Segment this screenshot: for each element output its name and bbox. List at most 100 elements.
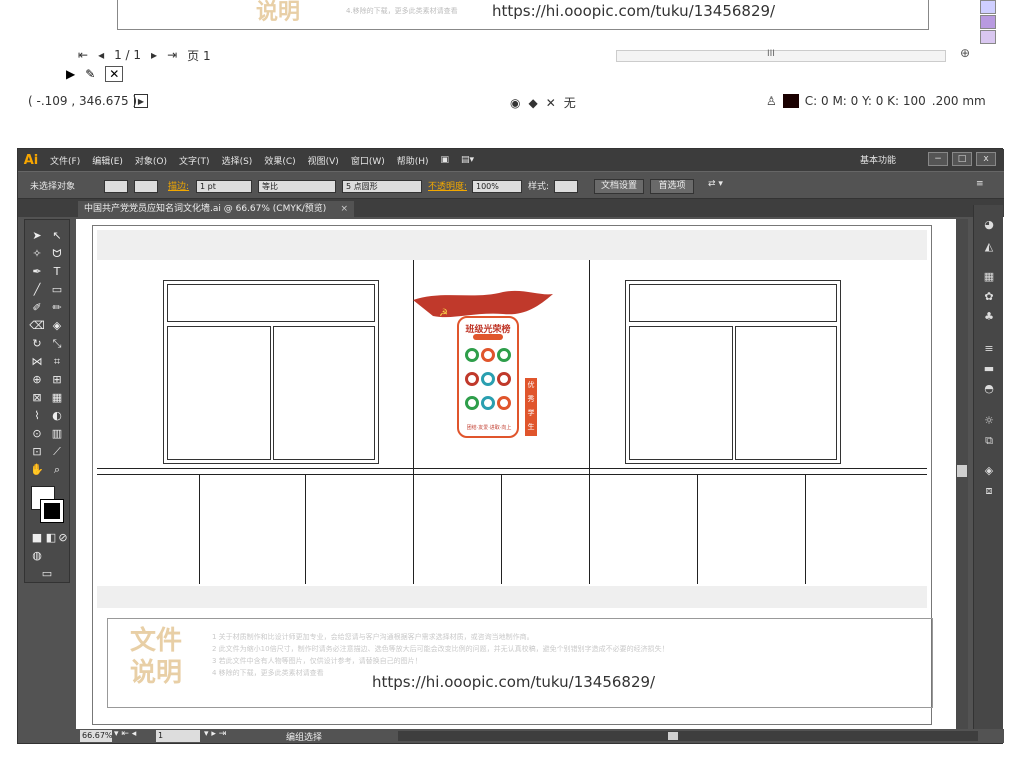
color-panel-icon[interactable]: ◕: [980, 217, 998, 233]
swatch-3[interactable]: [980, 30, 996, 44]
perspective-grid-icon[interactable]: ⊞: [49, 372, 65, 388]
workspace-switcher[interactable]: 基本功能: [860, 153, 896, 166]
stroke-panel-icon[interactable]: ≡: [980, 341, 998, 357]
menu-select[interactable]: 选择(S): [216, 154, 259, 167]
photo-frame-4: [465, 372, 479, 386]
document-setup-button[interactable]: 文档设置: [594, 179, 644, 194]
stroke-weight-field[interactable]: 1 pt: [196, 180, 252, 193]
swatch-1[interactable]: [980, 0, 996, 14]
vertical-scrollbar[interactable]: [956, 219, 968, 729]
fill-color-picker[interactable]: [104, 180, 128, 193]
menu-type[interactable]: 文字(T): [173, 154, 216, 167]
menu-view[interactable]: 视图(V): [302, 154, 345, 167]
top-horizontal-scrollbar[interactable]: III: [616, 49, 946, 62]
lasso-icon[interactable]: ᗢ: [49, 246, 65, 262]
stroke-label[interactable]: 描边:: [168, 179, 189, 193]
pencil-tool-icon[interactable]: ✏: [49, 300, 65, 316]
selection-tool-icon[interactable]: ➤: [29, 228, 45, 244]
menu-file[interactable]: 文件(F): [44, 154, 86, 167]
menu-object[interactable]: 对象(O): [129, 154, 173, 167]
rectangle-tool-icon[interactable]: ▭: [49, 282, 65, 298]
free-transform-icon[interactable]: ⌗: [49, 354, 65, 370]
transparency-panel-icon[interactable]: ◓: [980, 381, 998, 397]
page-next-icon[interactable]: ▸: [151, 48, 157, 62]
maximize-button[interactable]: □: [952, 152, 972, 166]
zoom-in-icon[interactable]: ⊕: [960, 46, 970, 60]
style-picker[interactable]: [554, 180, 578, 193]
artboard[interactable]: ☭ 班级光荣榜 团结·友爱·进取·向上 优秀学生 文件说明 1 关于材质制作和比…: [92, 225, 933, 725]
gradient-tool-icon[interactable]: ▦: [49, 390, 65, 406]
swatch-2[interactable]: [980, 15, 996, 29]
layers-panel-icon[interactable]: ◈: [980, 463, 998, 479]
zoom-level-field[interactable]: 66.67%: [80, 730, 113, 742]
vertical-scroll-thumb[interactable]: [957, 465, 967, 477]
direct-select-icon[interactable]: ↖: [49, 228, 65, 244]
line-tool-icon[interactable]: ╱: [29, 282, 45, 298]
eyedropper-icon[interactable]: ✎: [85, 67, 95, 81]
appearance-panel-icon[interactable]: ☼: [980, 413, 998, 429]
page-first-icon[interactable]: ⇤: [78, 48, 88, 62]
opacity-label[interactable]: 不透明度:: [428, 179, 467, 193]
blob-brush-icon[interactable]: ⌫: [29, 318, 45, 334]
mesh-tool-icon[interactable]: ⊠: [29, 390, 45, 406]
play-arrow-icon[interactable]: ▶: [66, 67, 75, 81]
preferences-button[interactable]: 首选项: [650, 179, 694, 194]
variable-width-profile[interactable]: 等比: [258, 180, 336, 193]
rotate-tool-icon[interactable]: ↻: [29, 336, 45, 352]
screen-mode-icon[interactable]: ▭: [39, 566, 55, 582]
canvas-area[interactable]: ☭ 班级光荣榜 团结·友爱·进取·向上 优秀学生 文件说明 1 关于材质制作和比…: [76, 219, 966, 729]
bridge-icon[interactable]: ▣: [435, 155, 456, 165]
arrange-icon[interactable]: ⇄ ▾: [708, 179, 723, 193]
symbols-panel-icon[interactable]: ♣: [980, 309, 998, 325]
slice-tool-icon[interactable]: ⟋: [49, 444, 65, 460]
stroke-color-picker[interactable]: [134, 180, 158, 193]
tab-close-icon[interactable]: ×: [340, 201, 348, 217]
brushes-panel-icon[interactable]: ✿: [980, 289, 998, 305]
menu-effect[interactable]: 效果(C): [258, 154, 301, 167]
menu-edit[interactable]: 编辑(E): [86, 154, 129, 167]
menu-help[interactable]: 帮助(H): [391, 154, 435, 167]
graph-tool-icon[interactable]: ▥: [49, 426, 65, 442]
info-play-icon[interactable]: ▶: [134, 94, 148, 108]
zoom-dropdown-icon[interactable]: ▾ ⇤ ◂: [114, 729, 136, 739]
swatches-panel-icon[interactable]: ▦: [980, 269, 998, 285]
close-button[interactable]: x: [976, 152, 996, 166]
blend-tool-icon[interactable]: ◐: [49, 408, 65, 424]
type-tool-icon[interactable]: T: [49, 264, 65, 280]
zoom-icons: ⊕: [960, 46, 970, 60]
zoom-tool-icon[interactable]: ⌕: [49, 462, 65, 478]
horizontal-scrollbar[interactable]: [398, 731, 978, 741]
brush-tool-icon[interactable]: ✐: [29, 300, 45, 316]
glory-board-design[interactable]: ☭ 班级光荣榜 团结·友爱·进取·向上 优秀学生: [413, 286, 563, 466]
arrange-docs-icon[interactable]: ▤▾: [455, 155, 480, 165]
eraser-icon[interactable]: ◈: [49, 318, 65, 334]
minimize-button[interactable]: −: [928, 152, 948, 166]
color-guide-icon[interactable]: ◭: [980, 239, 998, 255]
none-mode-icon[interactable]: ⊘: [55, 530, 71, 546]
stroke-color-swatch[interactable]: [40, 499, 64, 523]
panel-menu-icon[interactable]: ≡: [976, 179, 984, 193]
none-swatch-icon[interactable]: ✕: [105, 66, 124, 82]
brush-definition[interactable]: 5 点圆形: [342, 180, 422, 193]
shape-builder-icon[interactable]: ⊕: [29, 372, 45, 388]
page-prev-icon[interactable]: ◂: [98, 48, 104, 62]
artboard-number-field[interactable]: 1: [156, 730, 200, 742]
hand-tool-icon[interactable]: ✋: [29, 462, 45, 478]
eyedropper-tool-icon[interactable]: ⌇: [29, 408, 45, 424]
opacity-field[interactable]: 100%: [472, 180, 522, 193]
document-tab[interactable]: 中国共产党党员应知名词文化墙.ai @ 66.67% (CMYK/预览) ×: [78, 201, 354, 217]
graphic-styles-icon[interactable]: ⧉: [980, 433, 998, 449]
width-tool-icon[interactable]: ⋈: [29, 354, 45, 370]
menu-window[interactable]: 窗口(W): [345, 154, 391, 167]
symbol-sprayer-icon[interactable]: ⊙: [29, 426, 45, 442]
page-last-icon[interactable]: ⇥: [167, 48, 177, 62]
magic-wand-icon[interactable]: ✧: [29, 246, 45, 262]
artboard-nav-icons[interactable]: ▾ ▸ ⇥: [204, 729, 226, 739]
artboard-tool-icon[interactable]: ⊡: [29, 444, 45, 460]
gradient-panel-icon[interactable]: ▬: [980, 361, 998, 377]
draw-mode-icon[interactable]: ◍: [29, 548, 45, 564]
scale-tool-icon[interactable]: ⤡: [49, 336, 65, 352]
horizontal-scroll-thumb[interactable]: [668, 732, 678, 740]
artboards-panel-icon[interactable]: ⧈: [980, 483, 998, 499]
pen-tool-icon[interactable]: ✒: [29, 264, 45, 280]
